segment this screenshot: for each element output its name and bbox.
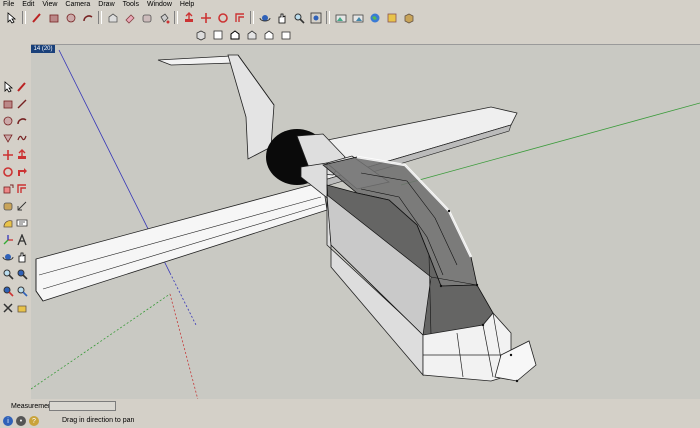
circle-icon[interactable] [63,10,78,25]
scene-tab[interactable]: 14 (20) [31,45,55,53]
left-wing-line1 [38,196,322,276]
make-component-icon[interactable] [105,10,120,25]
menu-file[interactable]: File [0,0,18,9]
walk-icon[interactable] [1,283,15,299]
tape-measure-icon[interactable] [1,198,15,214]
orbit-icon[interactable] [1,249,15,265]
pan-icon[interactable] [15,249,29,265]
vertex-point [439,284,443,288]
rectangle-icon[interactable] [46,10,61,25]
add-location-icon[interactable] [384,10,399,25]
drawing-viewport[interactable]: 14 (20) [31,44,700,400]
previous-view-icon[interactable] [333,10,348,25]
vertex-point [509,353,513,357]
arc-icon[interactable] [80,10,95,25]
toolbar-separator [22,11,26,24]
freehand-icon[interactable] [15,130,29,146]
left-wing [35,184,328,302]
position-camera-icon[interactable] [1,300,15,316]
toolbar-separator [98,11,102,24]
dimension-icon[interactable] [15,198,29,214]
select-icon[interactable] [1,79,15,95]
pencil-icon[interactable] [15,79,29,95]
protractor-icon[interactable] [1,215,15,231]
scale-icon[interactable] [1,181,15,197]
status-text: Drag in direction to pan [62,417,135,424]
measurements-input[interactable] [49,401,116,411]
section-plane-icon[interactable] [15,300,29,316]
help-icon[interactable]: ? [29,416,39,426]
axes-icon[interactable] [1,232,15,248]
tail-fin [227,54,275,160]
line-icon[interactable] [15,96,29,112]
orbit-icon[interactable] [257,10,272,25]
text-icon[interactable] [15,215,29,231]
follow-me-icon[interactable] [15,164,29,180]
offset-icon[interactable] [232,10,247,25]
menu-camera[interactable]: Camera [61,0,94,9]
vertex-point [475,283,479,287]
menu-tools[interactable]: Tools [119,0,143,9]
iso-view-icon[interactable] [193,27,208,42]
google-earth-icon[interactable] [367,10,382,25]
menu-window[interactable]: Window [143,0,176,9]
back-view-icon[interactable] [261,27,276,42]
rectangle-icon[interactable] [1,96,15,112]
left-toolbar [0,79,30,313]
menu-help[interactable]: Help [176,0,198,9]
toolbar-separator [326,11,330,24]
front-view-icon[interactable] [227,27,242,42]
zoom-extents-icon[interactable] [308,10,323,25]
toolbar-separator [250,11,254,24]
zoom-icon[interactable] [1,266,15,282]
circle-icon[interactable] [1,113,15,129]
look-around-icon[interactable] [15,283,29,299]
pan-icon[interactable] [274,10,289,25]
move-icon[interactable] [1,147,15,163]
paint-bucket-icon[interactable] [156,10,171,25]
left-view-icon[interactable] [278,27,293,42]
push-pull-icon[interactable] [15,147,29,163]
rotate-icon[interactable] [215,10,230,25]
model-scene [31,49,700,400]
select-icon[interactable] [4,10,19,25]
red-axis [169,293,199,400]
next-view-icon[interactable] [350,10,365,25]
vertex-point [447,209,451,213]
main-toolbar [3,9,417,26]
vertex-point [481,323,485,327]
blue-axis-hidden [169,272,197,326]
components-icon[interactable] [401,10,416,25]
stabilizer-left [157,55,234,66]
eraser-icon[interactable] [122,10,137,25]
menu-draw[interactable]: Draw [94,0,118,9]
toolbar-separator [174,11,178,24]
3d-text-icon[interactable] [15,232,29,248]
menu-view[interactable]: View [38,0,61,9]
tape-measure-icon[interactable] [139,10,154,25]
offset-icon[interactable] [15,181,29,197]
zoom-icon[interactable] [291,10,306,25]
zoom-window-icon[interactable] [15,266,29,282]
status-icons: i • ? [3,416,42,426]
polygon-icon[interactable] [1,130,15,146]
right-view-icon[interactable] [244,27,259,42]
arc-icon[interactable] [15,113,29,129]
green-axis-dashed [31,293,171,390]
top-view-icon[interactable] [210,27,225,42]
status-area: Measurements i • ? Drag in direction to … [0,399,700,428]
rotate-icon[interactable] [1,164,15,180]
push-pull-icon[interactable] [181,10,196,25]
move-icon[interactable] [198,10,213,25]
info-icon[interactable]: i [3,416,13,426]
views-toolbar [192,26,294,43]
menu-edit[interactable]: Edit [18,0,38,9]
pencil-icon[interactable] [29,10,44,25]
credit-icon[interactable]: • [16,416,26,426]
vertex-point [515,379,519,383]
menu-bar: File Edit View Camera Draw Tools Window … [0,0,700,9]
